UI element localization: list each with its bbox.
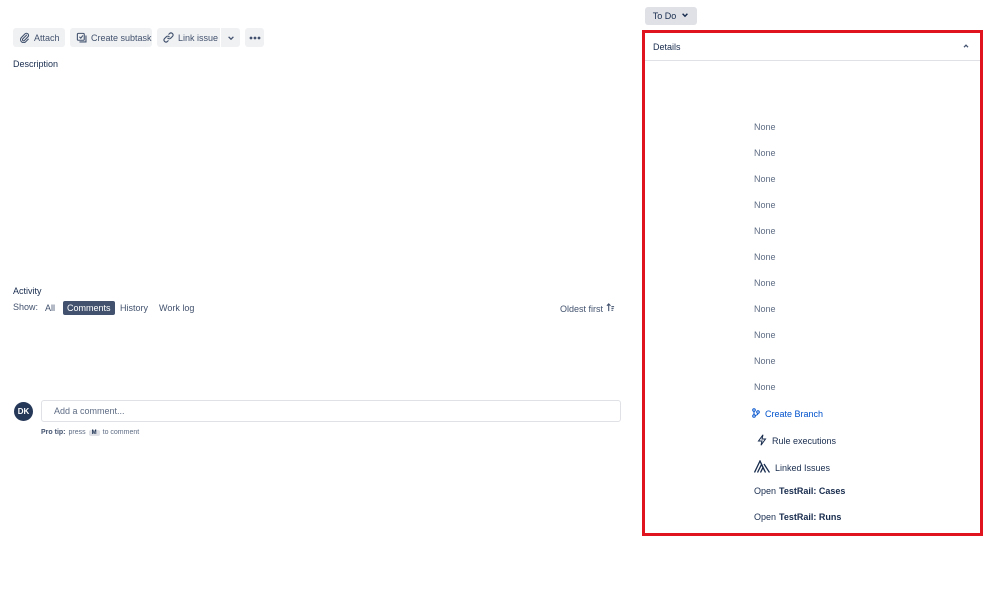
chevron-up-icon[interactable] [962, 42, 970, 52]
detail-value-none: None [754, 226, 776, 236]
details-panel: Details None None None None None None No… [642, 30, 983, 536]
filter-all-button[interactable]: All [41, 301, 59, 315]
avatar-initials: DK [17, 407, 30, 416]
create-branch-label: Create Branch [765, 409, 824, 419]
chevron-down-icon [227, 34, 235, 42]
protip-text: press [68, 429, 86, 436]
comment-input[interactable] [41, 400, 621, 422]
protip: Pro tip: press M to comment [41, 429, 139, 436]
detail-value-none: None [754, 200, 776, 210]
detail-value-none: None [754, 174, 776, 184]
linked-issues-link[interactable]: Linked Issues [753, 459, 831, 475]
testrail-runs-name: TestRail: Runs [779, 512, 842, 522]
testrail-cases-name: TestRail: Cases [779, 486, 846, 496]
testrail-cases-link[interactable]: Open TestRail: Cases [754, 486, 845, 496]
avatar: DK [14, 402, 33, 421]
create-subtask-label: Create subtask [91, 32, 152, 43]
detail-value-none: None [754, 252, 776, 262]
linked-issues-icon [753, 459, 771, 475]
attach-label: Attach [34, 32, 60, 43]
activity-heading: Activity [13, 286, 42, 296]
rule-executions-label: Rule executions [772, 436, 837, 446]
filter-comments-button[interactable]: Comments [63, 301, 115, 315]
details-title: Details [653, 41, 681, 52]
link-issue-dropdown-button[interactable] [221, 28, 240, 47]
create-branch-link[interactable]: Create Branch [752, 408, 823, 420]
testrail-runs-link[interactable]: Open TestRail: Runs [754, 512, 841, 522]
chevron-down-icon [681, 11, 689, 21]
subtask-icon [76, 32, 87, 43]
detail-value-none: None [754, 304, 776, 314]
detail-value-none: None [754, 122, 776, 132]
attach-button[interactable]: Attach [13, 28, 65, 47]
detail-value-none: None [754, 382, 776, 392]
detail-value-none: None [754, 148, 776, 158]
status-dropdown-button[interactable]: To Do [645, 7, 697, 25]
more-icon [249, 36, 261, 40]
detail-value-none: None [754, 356, 776, 366]
more-actions-button[interactable] [245, 28, 264, 47]
lightning-icon [757, 434, 767, 448]
status-label: To Do [652, 11, 677, 21]
rule-executions-link[interactable]: Rule executions [757, 434, 836, 448]
details-header[interactable]: Details [645, 33, 980, 61]
sort-order-button[interactable]: Oldest first [560, 303, 615, 314]
link-issue-label: Link issue [178, 32, 219, 43]
testrail-cases-prefix: Open [754, 486, 777, 496]
testrail-runs-prefix: Open [754, 512, 777, 522]
description-heading: Description [13, 59, 59, 69]
show-label: Show: [13, 302, 39, 312]
sort-order-label: Oldest first [560, 303, 604, 314]
protip-key: M [88, 429, 100, 436]
protip-suffix: to comment [102, 429, 140, 436]
linked-issues-label: Linked Issues [775, 462, 831, 473]
detail-value-none: None [754, 278, 776, 288]
link-icon [163, 32, 174, 43]
protip-bold: Pro tip: [41, 429, 66, 436]
link-issue-button[interactable]: Link issue [157, 28, 220, 47]
sort-icon [606, 303, 615, 314]
paperclip-icon [19, 32, 30, 43]
branch-icon [752, 408, 760, 420]
filter-history-button[interactable]: History [116, 301, 152, 315]
filter-worklog-button[interactable]: Work log [155, 301, 198, 315]
detail-value-none: None [754, 330, 776, 340]
create-subtask-button[interactable]: Create subtask [70, 28, 152, 47]
